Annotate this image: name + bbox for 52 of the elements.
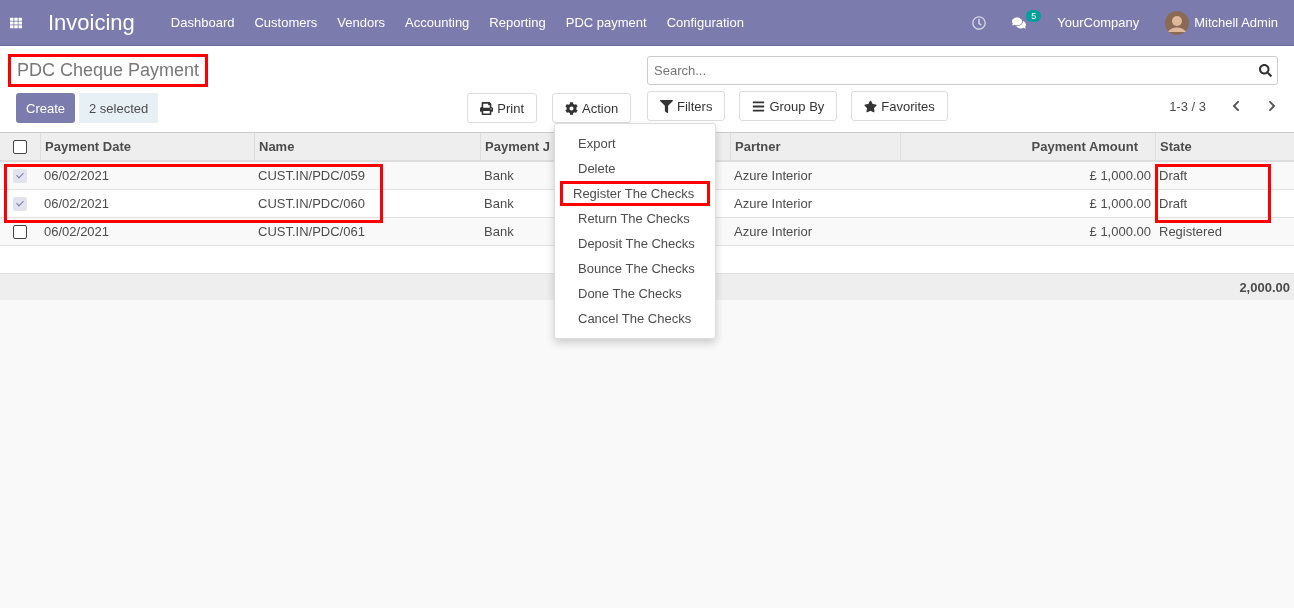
- menu-item[interactable]: Vendors: [337, 15, 385, 30]
- printer-icon: [480, 101, 494, 115]
- dropdown-item[interactable]: Cancel The Checks: [560, 306, 710, 331]
- menu-item[interactable]: Reporting: [489, 15, 546, 30]
- previous-page-icon[interactable]: [1230, 100, 1242, 112]
- column-header[interactable]: Name: [254, 133, 480, 162]
- favorites-button[interactable]: Favorites: [851, 91, 948, 121]
- search-field[interactable]: Search...: [647, 56, 1278, 85]
- clock-icon[interactable]: [972, 15, 987, 30]
- print-button[interactable]: Print: [467, 93, 538, 123]
- pager-value: 1-3 / 3: [1169, 98, 1206, 114]
- table-cell: Draft: [1155, 190, 1294, 218]
- table-cell: Azure Interior: [730, 190, 900, 218]
- next-page-icon[interactable]: [1266, 100, 1278, 112]
- chat-icon[interactable]: [1012, 15, 1027, 30]
- selection-count: 2 selected: [79, 93, 159, 123]
- create-button[interactable]: Create: [16, 93, 76, 123]
- search-icon[interactable]: [1259, 64, 1272, 77]
- page-title: PDC Cheque Payment: [8, 54, 209, 87]
- filters-button[interactable]: Filters: [647, 91, 726, 121]
- total-amount: 2,000.00: [1238, 278, 1291, 297]
- group-by-button[interactable]: Group By: [739, 91, 838, 121]
- menu-item[interactable]: Configuration: [666, 15, 744, 30]
- checkbox[interactable]: [13, 139, 27, 154]
- dropdown-item[interactable]: Register The Checks: [560, 181, 710, 206]
- message-count: 5: [1026, 9, 1042, 22]
- table-cell: CUST.IN/PDC/060: [254, 190, 480, 218]
- action-button[interactable]: Action: [552, 93, 632, 123]
- filter-icon: [660, 99, 673, 113]
- menu-item[interactable]: Dashboard: [170, 15, 235, 30]
- dropdown-item[interactable]: Export: [560, 131, 710, 156]
- company-switcher[interactable]: YourCompany: [1057, 15, 1140, 30]
- menu-item[interactable]: Customers: [254, 15, 318, 30]
- star-icon: [864, 99, 878, 113]
- dropdown-item[interactable]: Done The Checks: [560, 281, 710, 306]
- avatar-icon[interactable]: [1165, 10, 1190, 35]
- table-cell: 06/02/2021: [40, 190, 254, 218]
- list-icon: [752, 99, 766, 113]
- gear-icon: [565, 101, 579, 115]
- checkbox[interactable]: [13, 196, 27, 211]
- app-name: Invoicing: [48, 9, 135, 36]
- checkbox[interactable]: [13, 168, 27, 183]
- checkbox[interactable]: [13, 224, 27, 239]
- column-header[interactable]: Payment Amount: [900, 133, 1155, 162]
- menu-item[interactable]: Accounting: [405, 15, 470, 30]
- column-header[interactable]: Partner: [730, 133, 900, 162]
- menu-item[interactable]: PDC payment: [565, 15, 647, 30]
- table-cell: £ 1,000.00: [900, 190, 1155, 218]
- user-menu[interactable]: Mitchell Admin: [1194, 15, 1278, 30]
- column-header[interactable]: State: [1155, 133, 1294, 162]
- column-header[interactable]: Payment Date: [40, 133, 254, 162]
- dropdown-item[interactable]: Bounce The Checks: [560, 256, 710, 281]
